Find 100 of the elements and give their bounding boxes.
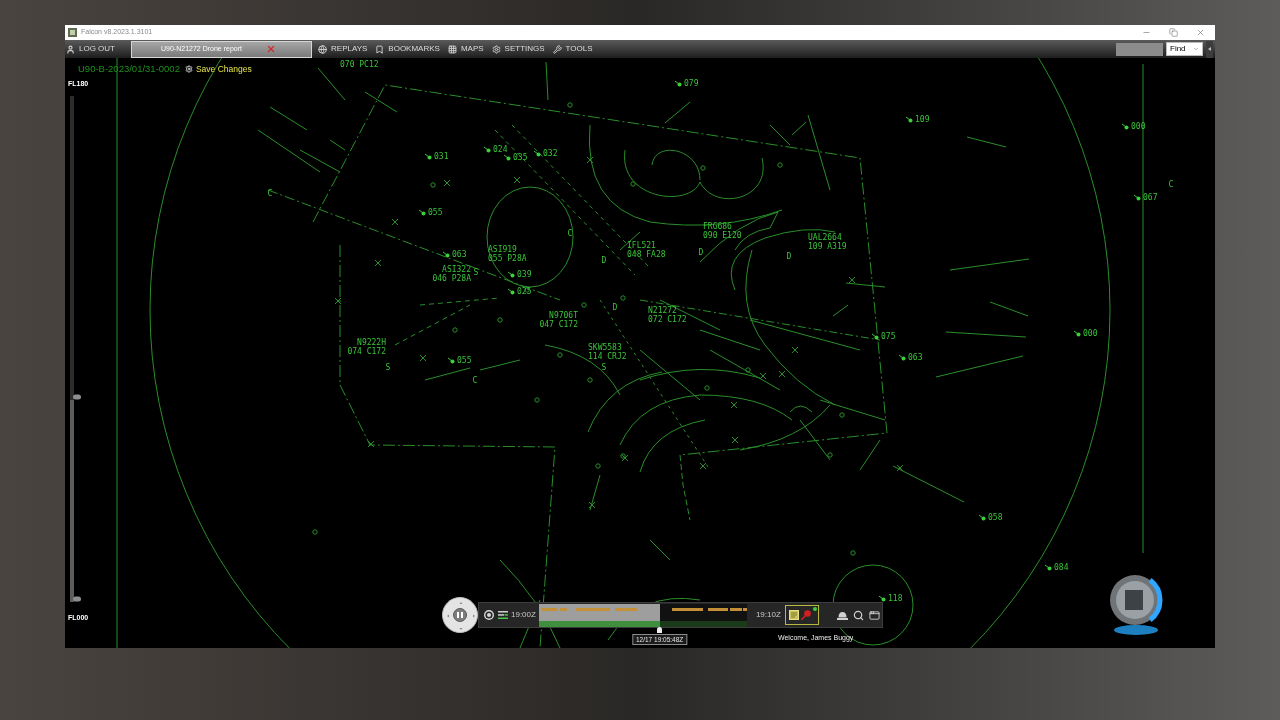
target-marker-icon bbox=[504, 154, 511, 161]
altitude-range-slider[interactable] bbox=[68, 96, 82, 602]
jog-dial[interactable] bbox=[442, 597, 478, 633]
close-icon bbox=[266, 44, 276, 54]
altitude-text: 032 bbox=[543, 149, 558, 158]
position-symbol: S bbox=[385, 362, 391, 372]
menu-item[interactable]: BOOKMARKS bbox=[375, 43, 440, 55]
altitude-type-text: 046 P28A bbox=[432, 274, 471, 283]
find-dropdown[interactable]: Find bbox=[1166, 42, 1203, 56]
pause-button[interactable] bbox=[453, 608, 467, 622]
target-marker-icon bbox=[484, 146, 491, 153]
altitude-text: 075 bbox=[881, 332, 896, 341]
menu-item[interactable]: MAPS bbox=[447, 43, 484, 55]
target-marker-icon bbox=[899, 354, 906, 361]
notepad-icon[interactable] bbox=[788, 610, 799, 620]
slider-thumb[interactable] bbox=[73, 394, 81, 400]
wrench-icon bbox=[552, 44, 562, 54]
altitude-type-text: 047 C172 bbox=[539, 320, 578, 329]
altitude-type-text: 090 E120 bbox=[703, 231, 742, 240]
target-marker-icon bbox=[979, 514, 986, 521]
target-marker-icon bbox=[508, 271, 515, 278]
altitude-text: 063 bbox=[908, 353, 923, 362]
target-marker-icon bbox=[425, 153, 432, 160]
slider-thumb[interactable] bbox=[73, 596, 81, 602]
position-symbol: C bbox=[567, 228, 573, 238]
altitude-text: 025 bbox=[517, 287, 532, 296]
search-field[interactable] bbox=[1116, 42, 1163, 56]
altitude-text: 035 bbox=[513, 153, 528, 162]
gear-icon bbox=[491, 44, 501, 54]
caret-left-icon[interactable] bbox=[447, 614, 449, 618]
altitude-type-text: 070 PC12 bbox=[340, 60, 379, 69]
event-segment bbox=[541, 607, 557, 611]
callsign-text: IFL521 bbox=[627, 241, 656, 250]
caret-right-icon[interactable] bbox=[473, 614, 475, 618]
position-symbol: D bbox=[601, 255, 607, 265]
close-icon bbox=[1196, 28, 1205, 37]
playhead-handle[interactable] bbox=[657, 627, 663, 633]
save-changes-button[interactable]: Save Changes bbox=[184, 62, 252, 76]
user-icon bbox=[66, 44, 75, 54]
gear-icon bbox=[184, 65, 193, 73]
target-marker-icon bbox=[443, 251, 450, 258]
altitude-text: 084 bbox=[1054, 563, 1069, 572]
event-segment bbox=[575, 607, 610, 611]
menu-item[interactable]: SETTINGS bbox=[491, 43, 545, 55]
altitude-type-text: 055 P28A bbox=[488, 254, 527, 263]
altitude-text: 000 bbox=[1131, 122, 1146, 131]
dome-icon[interactable] bbox=[836, 610, 848, 620]
target-marker-icon bbox=[1045, 564, 1052, 571]
menu-item[interactable]: REPLAYS bbox=[318, 43, 368, 55]
callsign-text: N21272 bbox=[648, 306, 677, 315]
position-symbol: D bbox=[698, 247, 704, 257]
ring-icon[interactable] bbox=[484, 610, 494, 620]
target-marker-icon bbox=[879, 595, 886, 602]
target-marker-icon bbox=[1122, 123, 1129, 130]
altitude-text: 031 bbox=[434, 152, 449, 161]
altitude-text: 063 bbox=[452, 250, 467, 259]
bookmark-icon bbox=[375, 44, 385, 54]
target-marker-icon bbox=[508, 288, 515, 295]
logout-button[interactable]: LOG OUT bbox=[66, 43, 115, 55]
altitude-text: 024 bbox=[493, 145, 508, 154]
target-marker-icon bbox=[1134, 194, 1141, 201]
target-marker-icon bbox=[419, 209, 426, 216]
altitude-text: 058 bbox=[988, 513, 1003, 522]
callsign-text: UAL2664 bbox=[808, 233, 842, 242]
altitude-text: 079 bbox=[684, 79, 699, 88]
callsign-text: FRG686 bbox=[703, 222, 732, 231]
pause-icon bbox=[457, 612, 463, 618]
altitude-text: 055 bbox=[457, 356, 472, 365]
callsign-text: ASI919 bbox=[488, 245, 517, 254]
target-marker-icon bbox=[872, 333, 879, 340]
list-icon[interactable] bbox=[498, 611, 508, 619]
position-symbol: S bbox=[473, 267, 479, 277]
altitude-type-text: 072 C172 bbox=[648, 315, 687, 324]
caret-up-icon[interactable] bbox=[459, 602, 463, 604]
grid-icon bbox=[447, 44, 457, 54]
target-marker-icon bbox=[906, 116, 913, 123]
restore-icon bbox=[1169, 28, 1178, 37]
altitude-text: 039 bbox=[517, 270, 532, 279]
end-time: 19:10Z bbox=[755, 609, 781, 621]
event-segment bbox=[559, 607, 567, 611]
altitude-type-text: 074 C172 bbox=[347, 347, 386, 356]
callsign-text: N9222H bbox=[357, 338, 386, 347]
position-symbol: C bbox=[267, 188, 273, 198]
target-marker-icon bbox=[534, 150, 541, 157]
menu-item[interactable]: TOOLS bbox=[552, 43, 593, 55]
callsign-text: N9706T bbox=[549, 311, 578, 320]
start-time: 19:00Z bbox=[511, 609, 536, 621]
altitude-type-text: 114 CRJ2 bbox=[588, 352, 627, 361]
window-icon[interactable] bbox=[868, 609, 880, 621]
position-symbol: S bbox=[601, 362, 607, 372]
target-marker-icon bbox=[448, 357, 455, 364]
altitude-text: 000 bbox=[1083, 329, 1098, 338]
altitude-type-text: 048 FA28 bbox=[627, 250, 666, 259]
position-symbol: C bbox=[1168, 179, 1174, 189]
caret-down-icon[interactable] bbox=[459, 628, 463, 630]
app-icon bbox=[68, 28, 77, 37]
position-symbol: C bbox=[472, 375, 478, 385]
search-icon[interactable] bbox=[852, 609, 864, 621]
scroll-button[interactable] bbox=[1206, 40, 1213, 58]
event-segment bbox=[671, 607, 703, 611]
